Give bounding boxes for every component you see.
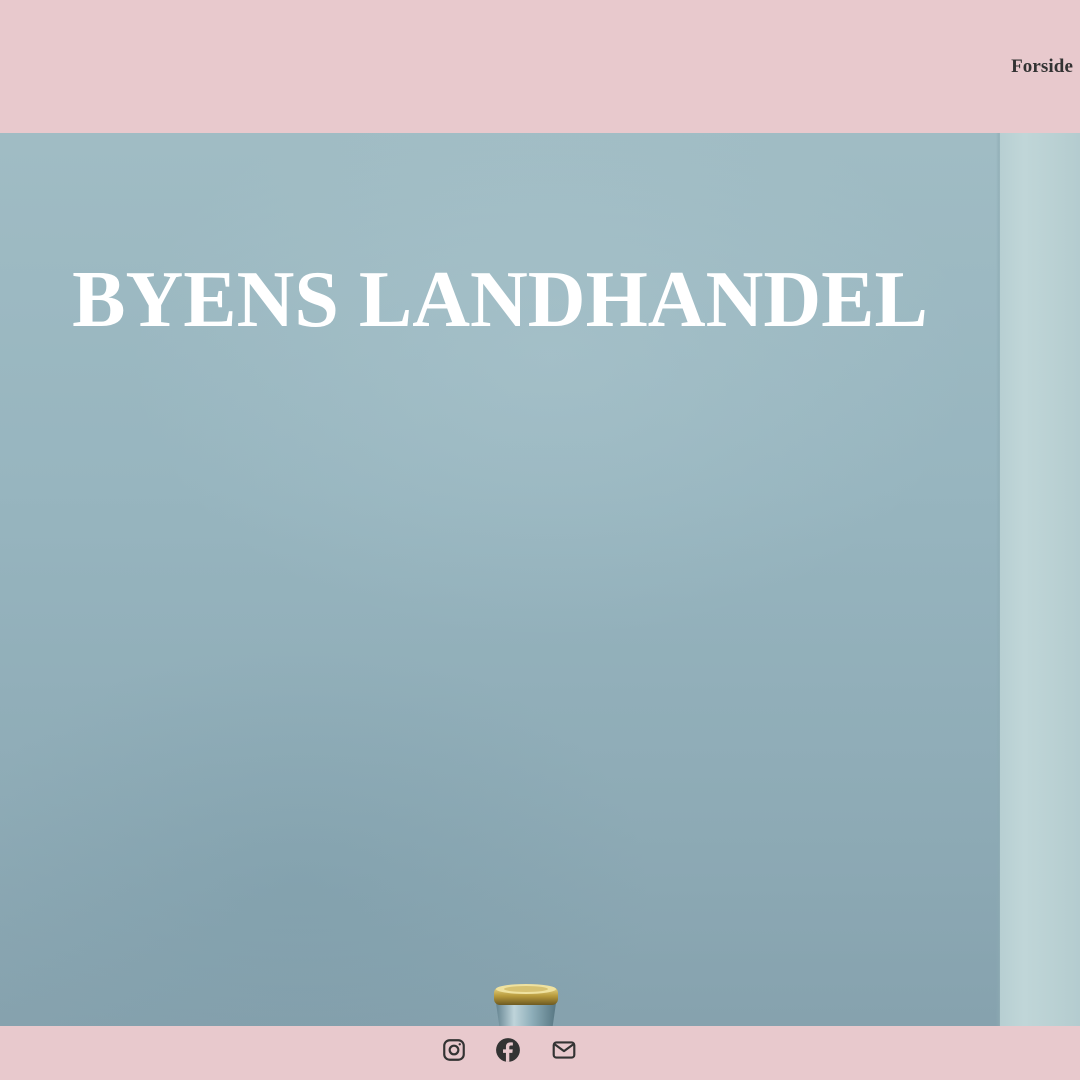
instagram-icon[interactable] (441, 1037, 469, 1065)
bottle-cap-image (494, 984, 558, 1026)
nav-link-forside[interactable]: Forside (1011, 56, 1073, 78)
hero-wall-panel (1000, 133, 1080, 1026)
facebook-icon[interactable] (495, 1037, 523, 1065)
hero-banner: BYENS LANDHANDEL (0, 133, 1080, 1026)
page: Forside BYENS LANDHANDEL (0, 0, 1080, 1080)
site-footer (0, 1026, 1080, 1080)
hero-title: BYENS LANDHANDEL (72, 256, 928, 344)
site-header: Forside (0, 0, 1080, 133)
mail-icon[interactable] (551, 1037, 579, 1065)
